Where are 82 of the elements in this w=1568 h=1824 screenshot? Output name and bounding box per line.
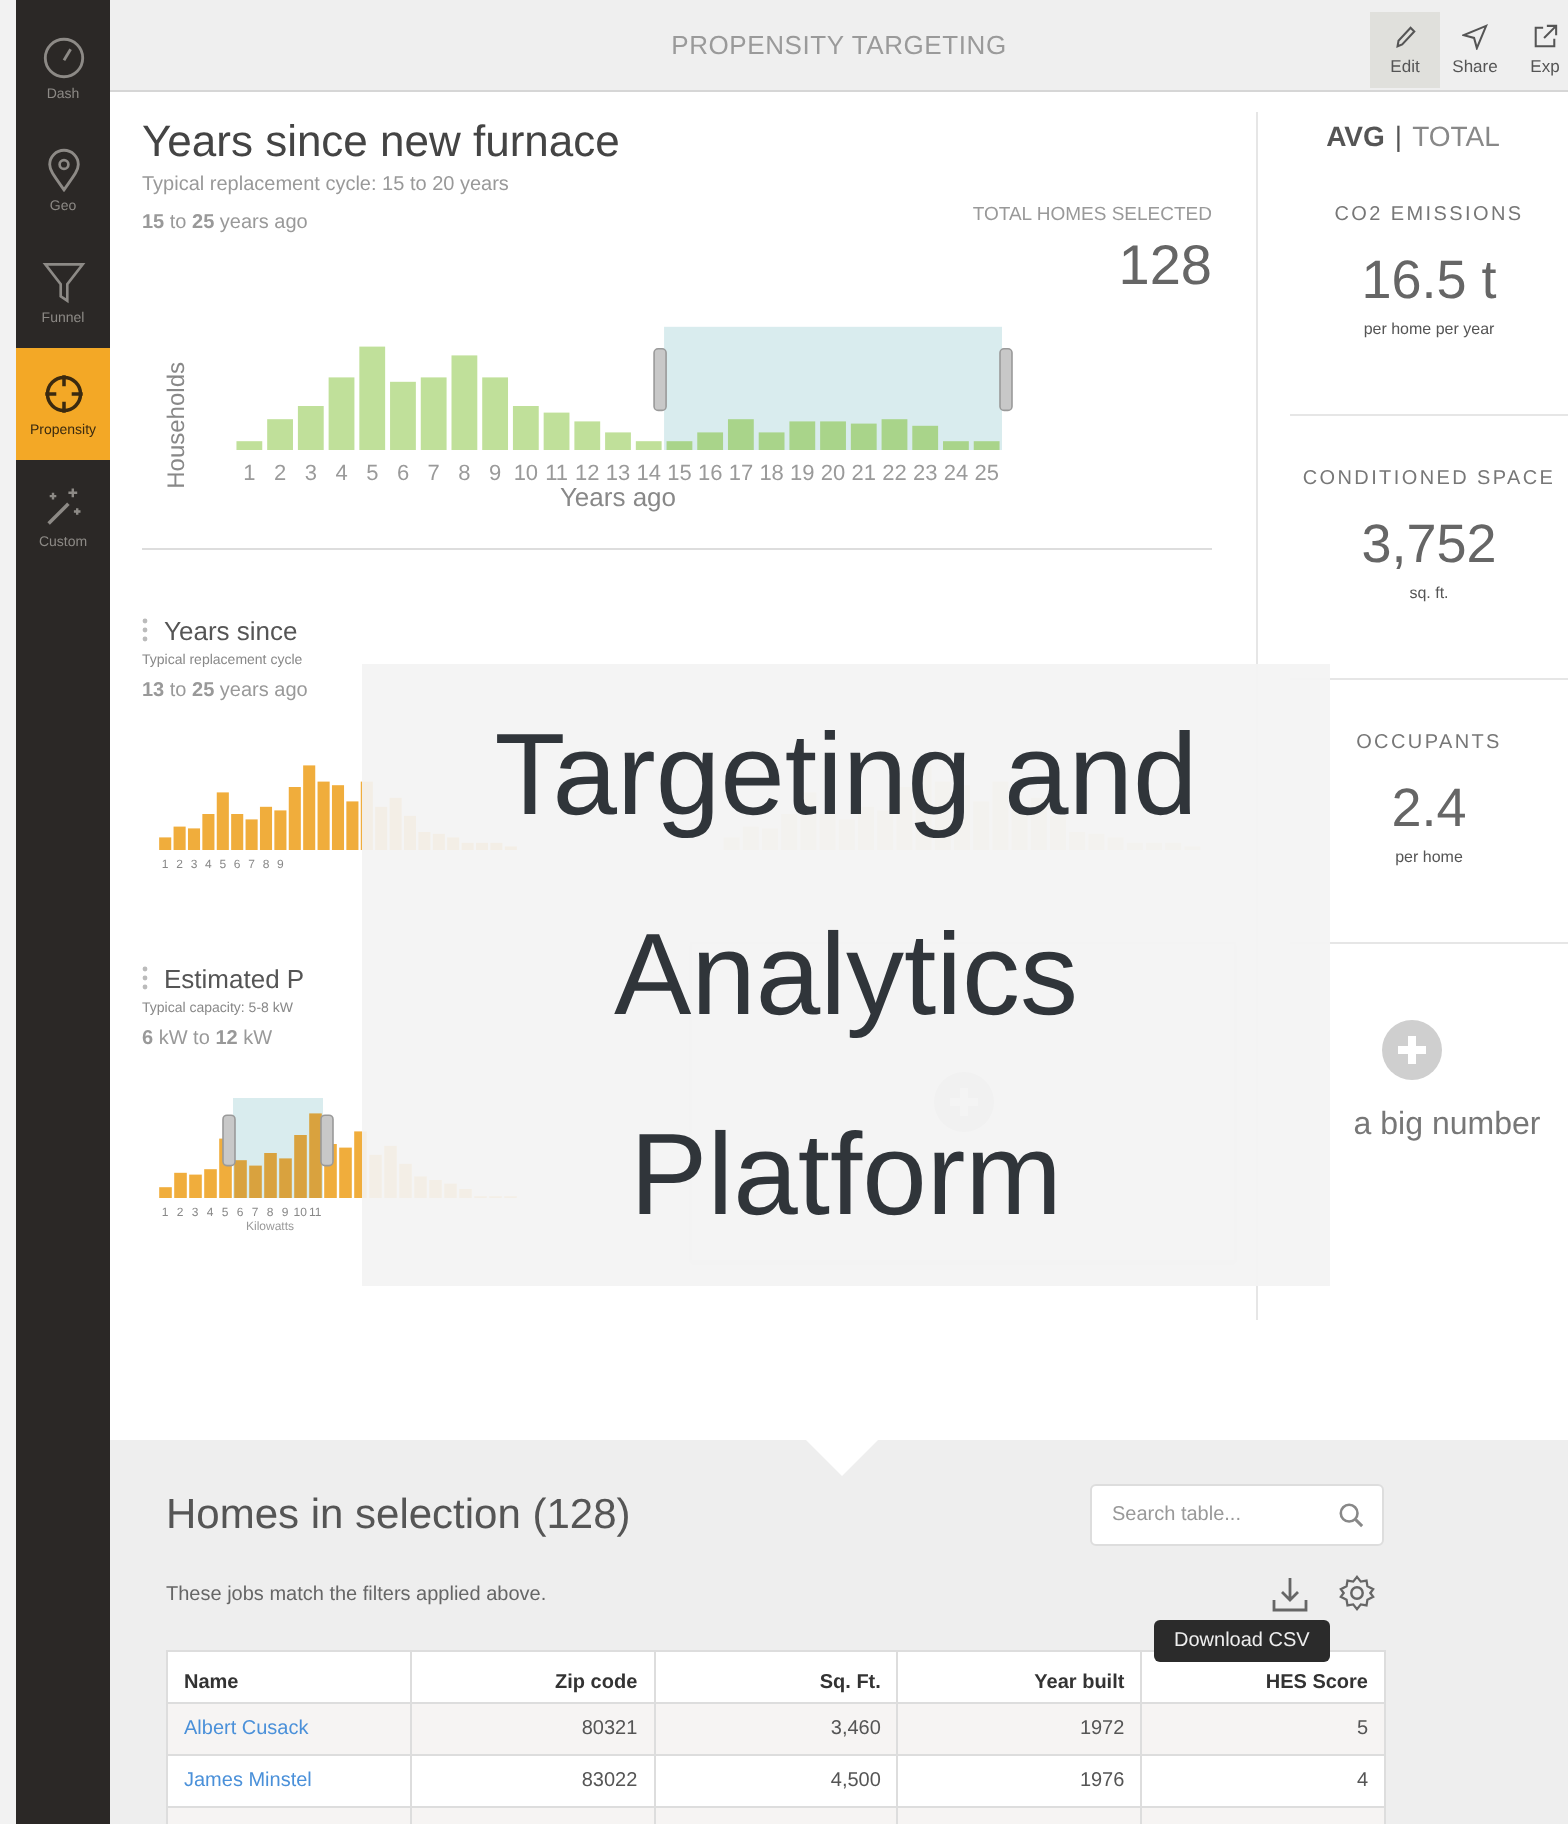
table-cell: 80321 [410, 1703, 655, 1755]
range-text: 13 to 25 years ago [142, 680, 308, 706]
add-number-link[interactable]: a big number [1353, 1108, 1541, 1144]
tooltip: Download CSV [1154, 1620, 1330, 1662]
download-icon[interactable] [1270, 1574, 1310, 1614]
tick-label: 4 [335, 462, 348, 482]
tick-label: 19 [790, 462, 815, 482]
settings-icon[interactable] [1338, 1574, 1376, 1612]
paper-plane-icon [1462, 24, 1488, 50]
tick-label: 10 [513, 462, 539, 482]
metric-label: CONDITIONED SPACE [1302, 468, 1556, 490]
tick-label: 16 [697, 462, 723, 482]
column-header[interactable]: Year built [897, 1651, 1142, 1703]
tick-label: 20 [820, 462, 846, 482]
tick-label: 22 [882, 462, 907, 482]
separator: | [1394, 120, 1403, 152]
table-note: These jobs match the filters applied above. [166, 1583, 547, 1605]
total-value: 128 [1116, 234, 1212, 298]
filter-title: Years since new furnace [142, 116, 620, 168]
table-cell: 1972 [897, 1703, 1142, 1755]
total-label: TOTAL HOMES SELECTED [972, 204, 1212, 226]
metric-unit: per home per year [1363, 320, 1495, 338]
range-handle[interactable] [653, 348, 667, 412]
tick-label: 25 [974, 462, 999, 482]
tick-label: 21 [851, 462, 877, 482]
tick-label: 8 [458, 462, 471, 482]
metric-label: OCCUPANTS [1356, 732, 1502, 754]
pencil-icon [1392, 24, 1418, 50]
tick-label: 6 [396, 462, 410, 482]
tick-label: 24 [943, 462, 969, 482]
tick-label: 13 [605, 462, 631, 482]
tick-label: 12 [575, 462, 600, 482]
export-icon [1532, 24, 1558, 50]
plus-icon[interactable] [1382, 1020, 1443, 1080]
search-field[interactable]: Search table... [1090, 1484, 1384, 1546]
tick-label: 17 [728, 462, 754, 482]
drag-handle-icon[interactable] [142, 618, 148, 642]
toolbar-button[interactable]: Exp [1510, 12, 1568, 88]
crosshair-icon [41, 371, 85, 415]
filter-title: Estimated P [164, 963, 305, 993]
tick-label: 14 [636, 462, 661, 482]
title-overlay: Targeting and Analytics Platform [362, 664, 1330, 1286]
tick-label: 7 [427, 462, 440, 482]
range-text: 15 to 25 years ago [142, 212, 310, 234]
funnel-icon [41, 259, 85, 303]
filter-subtitle: Typical replacement cycle: 15 to 20 years [142, 174, 511, 196]
tick-label: 15 [667, 462, 692, 482]
tick-label: 5 [366, 462, 379, 482]
drag-handle-icon[interactable] [142, 966, 148, 990]
tick-label: 2 [274, 462, 287, 482]
metric-value: 2.4 [1391, 778, 1467, 840]
range-text: 6 kW to 12 kW [142, 1028, 273, 1054]
tick-label: 18 [759, 462, 784, 482]
y-axis-label: Households [162, 362, 190, 489]
table-cell: 3,460 [654, 1703, 898, 1755]
column-header[interactable]: Zip code [410, 1651, 655, 1703]
column-header[interactable]: Sq. Ft. [654, 1651, 898, 1703]
x-axis-label: Years ago [559, 482, 677, 512]
tick-label: 11 [545, 462, 568, 482]
metric-value: 3,752 [1361, 514, 1497, 576]
mode-toggle[interactable]: TOTAL [1412, 120, 1500, 152]
range-handle[interactable] [999, 348, 1013, 412]
tick-label: 3 [304, 462, 317, 482]
toolbar-button[interactable]: Edit [1370, 12, 1440, 88]
column-header[interactable]: Name [167, 1651, 411, 1703]
tick-label: 9 [489, 462, 502, 482]
range-handle[interactable] [222, 1114, 236, 1167]
mode-toggle[interactable]: AVG [1326, 120, 1385, 152]
search-icon [1338, 1502, 1364, 1528]
page-title: PROPENSITY TARGETING [671, 30, 1007, 60]
toolbar-button[interactable]: Share [1440, 12, 1510, 88]
range-handle[interactable] [320, 1114, 334, 1167]
metric-unit: per home [1395, 848, 1463, 866]
metric-unit: sq. ft. [1409, 584, 1449, 602]
metric-label: CO2 EMISSIONS [1334, 204, 1524, 226]
tick-label: 23 [913, 462, 938, 482]
table-cell: 5 [1141, 1703, 1385, 1755]
section-title: Homes in selection (128) [166, 1491, 631, 1539]
filter-title: Years since [164, 615, 298, 645]
gauge-icon [41, 35, 85, 79]
metric-value: 16.5 t [1361, 250, 1497, 312]
tick-label: 1 [243, 462, 256, 482]
